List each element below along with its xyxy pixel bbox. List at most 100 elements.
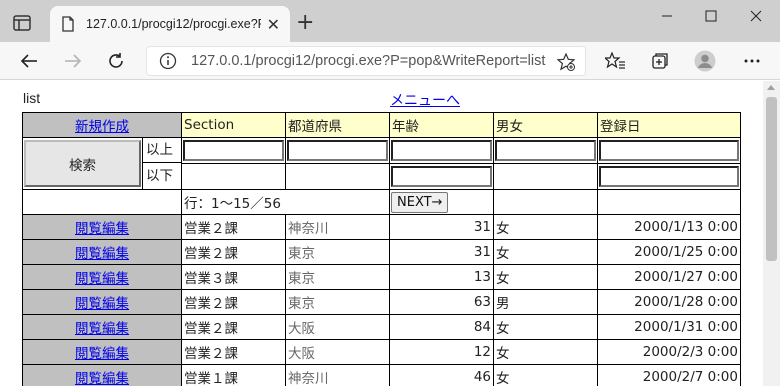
view-edit-link[interactable]: 閲覧編集 [75,371,129,386]
prefecture-cell: 東京 [285,264,390,290]
age-min-input[interactable] [391,140,492,161]
age-cell: 13 [389,264,494,290]
section-cell: 営業２課 [181,339,286,365]
scrollbar-thumb[interactable] [766,97,777,261]
tab-title: 127.0.0.1/procgi12/procgi.exe?P= [86,17,261,31]
action-cell: 閲覧編集 [22,264,182,290]
date-max-cell [597,163,741,190]
view-edit-link[interactable]: 閲覧編集 [75,296,129,312]
add-favorite-icon[interactable] [557,53,575,71]
search-button[interactable]: 検索 [24,140,141,187]
min-label: 以上 [143,138,181,163]
empty-cell [493,189,598,215]
new-tab-button[interactable]: + [296,12,314,34]
refresh-icon[interactable] [104,49,128,73]
new-record-cell: 新規作成 [22,112,182,138]
table-row: 閲覧編集 営業３課 東京 13 女 2000/1/27 0:00 [22,264,741,290]
action-cell: 閲覧編集 [22,339,182,365]
prefecture-cell: 神奈川 [285,364,390,386]
sex-cell: 女 [493,214,598,240]
minimize-icon[interactable] [652,6,682,26]
date-cell: 2000/2/3 0:00 [597,339,741,365]
header-date[interactable]: 登録日 [597,112,741,138]
page-title: list [23,90,41,106]
next-cell: NEXT→ [389,189,494,215]
action-cell: 閲覧編集 [22,239,182,265]
empty-cell [285,163,390,190]
age-cell: 31 [389,214,494,240]
prefecture-cell: 神奈川 [285,214,390,240]
url-field[interactable]: 127.0.0.1/procgi12/procgi.exe?P=pop&Writ… [146,46,586,76]
vertical-scrollbar[interactable] [763,81,780,386]
table-row: 閲覧編集 営業２課 大阪 84 女 2000/1/31 0:00 [22,314,741,340]
sex-cell: 女 [493,364,598,386]
age-cell: 46 [389,364,494,386]
forward-icon[interactable] [61,49,85,73]
sex-filter-cell [493,137,598,164]
section-cell: 営業２課 [181,239,286,265]
page-viewport: list メニューへ 新規作成 Section 都道府県 年齢 男女 登録日 検… [0,81,763,386]
age-max-input[interactable] [391,166,492,187]
sex-filter-input[interactable] [495,140,596,161]
view-edit-link[interactable]: 閲覧編集 [75,346,129,362]
more-icon[interactable] [740,49,764,73]
header-sex[interactable]: 男女 [493,112,598,138]
action-cell: 閲覧編集 [22,364,182,386]
section-cell: 営業１課 [181,364,286,386]
address-bar: 127.0.0.1/procgi12/procgi.exe?P=pop&Writ… [0,42,780,80]
close-window-icon[interactable] [741,6,771,26]
table-row: 閲覧編集 営業１課 神奈川 46 女 2000/2/7 0:00 [22,364,741,386]
empty-cell [493,163,598,190]
browser-tab[interactable]: 127.0.0.1/procgi12/procgi.exe?P= ✕ [50,6,290,42]
empty-cell [181,163,286,190]
header-prefecture[interactable]: 都道府県 [285,112,390,138]
date-cell: 2000/2/7 0:00 [597,364,741,386]
view-edit-link[interactable]: 閲覧編集 [75,271,129,287]
prefecture-cell: 東京 [285,239,390,265]
prefecture-filter-input[interactable] [287,140,388,161]
tab-bar: 127.0.0.1/procgi12/procgi.exe?P= ✕ + [0,0,780,42]
row-info: 行：1〜15／56 [181,189,390,215]
prefecture-cell: 東京 [285,289,390,315]
action-cell: 閲覧編集 [22,289,182,315]
scroll-up-icon[interactable] [767,85,775,90]
site-info-icon[interactable] [159,52,177,70]
age-cell: 12 [389,339,494,365]
profile-icon[interactable] [693,49,717,73]
sex-cell: 女 [493,264,598,290]
menu-link[interactable]: メニューへ [390,90,460,110]
sex-cell: 女 [493,239,598,265]
view-edit-link[interactable]: 閲覧編集 [75,246,129,262]
section-filter-cell [181,137,286,164]
table-row: 閲覧編集 営業２課 神奈川 31 女 2000/1/13 0:00 [22,214,741,240]
pager-row: 行：1〜15／56 NEXT→ [22,189,741,215]
header-age[interactable]: 年齢 [389,112,494,138]
filter-min-row: 検索 以上 以下 [22,137,741,190]
view-edit-link[interactable]: 閲覧編集 [75,321,129,337]
tab-actions-icon[interactable] [10,11,34,35]
age-cell: 31 [389,239,494,265]
view-edit-link[interactable]: 閲覧編集 [75,221,129,237]
next-button[interactable]: NEXT→ [391,191,449,213]
empty-cell [597,189,741,215]
new-record-link[interactable]: 新規作成 [75,119,129,135]
pref-filter-cell [285,137,390,164]
section-cell: 営業２課 [181,314,286,340]
report-table: 新規作成 Section 都道府県 年齢 男女 登録日 検索 以上 以下 行：1… [22,112,741,386]
sex-cell: 男 [493,289,598,315]
date-max-input[interactable] [599,166,739,187]
back-icon[interactable] [17,49,41,73]
tab-close-button[interactable]: ✕ [267,15,280,34]
header-row: 新規作成 Section 都道府県 年齢 男女 登録日 [22,112,741,138]
age-min-cell [389,137,494,164]
collections-icon[interactable] [648,49,672,73]
maximize-icon[interactable] [696,6,726,26]
favorites-icon[interactable] [603,49,627,73]
header-section[interactable]: Section [181,112,286,138]
section-cell: 営業２課 [181,289,286,315]
section-filter-input[interactable] [183,140,284,161]
date-cell: 2000/1/28 0:00 [597,289,741,315]
date-min-input[interactable] [599,140,739,161]
date-cell: 2000/1/31 0:00 [597,314,741,340]
date-cell: 2000/1/25 0:00 [597,239,741,265]
